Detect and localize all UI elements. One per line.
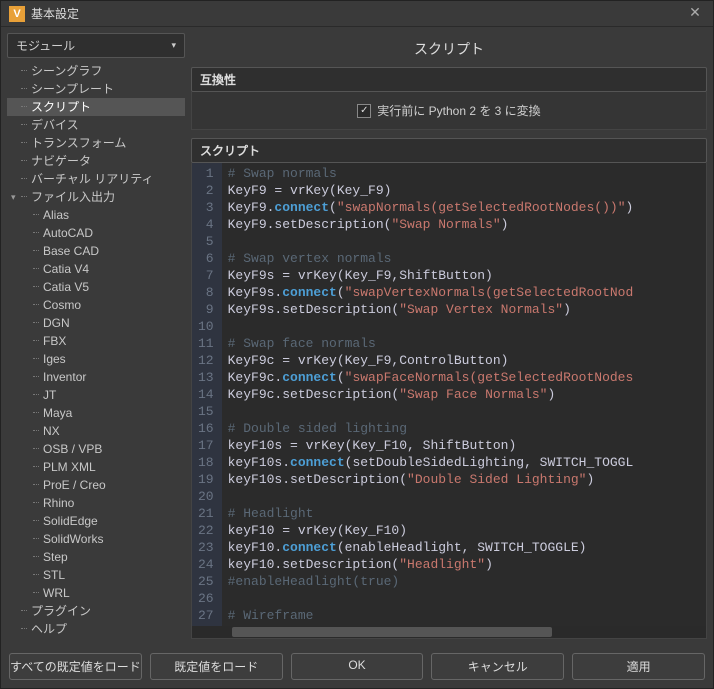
tree-item[interactable]: ProE / Creo [7,476,185,494]
preferences-dialog: V 基本設定 ✕ モジュール ▾ シーングラフシーンプレートスクリプトデバイスト… [0,0,714,689]
tree-item[interactable]: メインウインドウ [7,638,185,639]
dialog-title: 基本設定 [31,5,685,22]
tree-item[interactable]: SolidWorks [7,530,185,548]
cancel-button[interactable]: キャンセル [431,653,564,680]
tree-item[interactable]: Iges [7,350,185,368]
tree-item[interactable]: ナビゲータ [7,152,185,170]
compat-section: ✓ 実行前に Python 2 を 3 に変換 [191,92,707,130]
line-gutter: 1 2 3 4 5 6 7 8 9 10 11 12 13 14 15 16 1… [192,163,222,638]
tree-item[interactable]: PLM XML [7,458,185,476]
tree-item[interactable]: FBX [7,332,185,350]
module-tree[interactable]: シーングラフシーンプレートスクリプトデバイストランスフォームナビゲータバーチャル… [7,60,185,639]
dialog-footer: すべての既定値をロード 既定値をロード OK キャンセル 適用 [1,645,713,688]
tree-item[interactable]: JT [7,386,185,404]
checkbox-icon: ✓ [357,104,371,118]
tree-item[interactable]: シーングラフ [7,62,185,80]
sidebar-header-label: モジュール [16,37,75,54]
tree-item[interactable]: スクリプト [7,98,185,116]
tree-item[interactable]: AutoCAD [7,224,185,242]
tree-item[interactable]: Alias [7,206,185,224]
tree-item[interactable]: Cosmo [7,296,185,314]
tree-item[interactable]: STL [7,566,185,584]
dialog-body: モジュール ▾ シーングラフシーンプレートスクリプトデバイストランスフォームナビ… [1,27,713,645]
tree-item[interactable]: シーンプレート [7,80,185,98]
sidebar: モジュール ▾ シーングラフシーンプレートスクリプトデバイストランスフォームナビ… [7,33,185,639]
script-editor[interactable]: 1 2 3 4 5 6 7 8 9 10 11 12 13 14 15 16 1… [191,163,707,639]
horizontal-scrollbar[interactable] [192,626,706,638]
chevron-down-icon: ▾ [171,40,176,51]
tree-item[interactable]: ファイル入出力 [7,188,185,206]
load-defaults-button[interactable]: 既定値をロード [150,653,283,680]
tree-item[interactable]: プラグイン [7,602,185,620]
tree-item[interactable]: Inventor [7,368,185,386]
python-convert-checkbox[interactable]: ✓ 実行前に Python 2 を 3 に変換 [357,102,540,119]
tree-item[interactable]: NX [7,422,185,440]
tree-item[interactable]: ヘルプ [7,620,185,638]
code-area[interactable]: # Swap normalsKeyF9 = vrKey(Key_F9)KeyF9… [222,163,706,638]
tree-item[interactable]: Catia V5 [7,278,185,296]
tree-item[interactable]: Step [7,548,185,566]
tree-item[interactable]: OSB / VPB [7,440,185,458]
tree-item[interactable]: バーチャル リアリティ [7,170,185,188]
load-all-defaults-button[interactable]: すべての既定値をロード [9,653,142,680]
tree-item[interactable]: Rhino [7,494,185,512]
tree-item[interactable]: トランスフォーム [7,134,185,152]
tree-item[interactable]: デバイス [7,116,185,134]
app-icon: V [9,6,25,22]
ok-button[interactable]: OK [291,653,424,680]
tree-item[interactable]: WRL [7,584,185,602]
scrollbar-thumb[interactable] [232,627,552,637]
main-panel: スクリプト 互換性 ✓ 実行前に Python 2 を 3 に変換 スクリプト … [191,33,707,639]
tree-item[interactable]: Maya [7,404,185,422]
tree-item[interactable]: DGN [7,314,185,332]
sidebar-header[interactable]: モジュール ▾ [7,33,185,58]
tree-item[interactable]: Base CAD [7,242,185,260]
apply-button[interactable]: 適用 [572,653,705,680]
compat-section-header: 互換性 [191,67,707,92]
checkbox-label: 実行前に Python 2 を 3 に変換 [377,102,540,119]
titlebar: V 基本設定 ✕ [1,1,713,27]
tree-item[interactable]: Catia V4 [7,260,185,278]
close-icon[interactable]: ✕ [685,4,705,24]
page-title: スクリプト [191,33,707,67]
script-section-header: スクリプト [191,138,707,163]
tree-item[interactable]: SolidEdge [7,512,185,530]
